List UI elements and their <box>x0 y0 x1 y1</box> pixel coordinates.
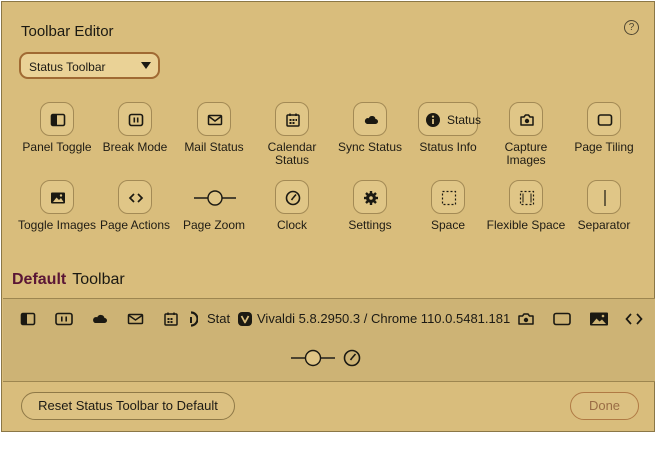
item-space[interactable]: Space <box>408 180 488 232</box>
code-icon[interactable] <box>625 311 643 327</box>
status-info-text[interactable]: Statu <box>207 311 231 326</box>
item-label: Mail Status <box>184 140 244 154</box>
item-label: Flexible Space <box>486 218 566 232</box>
chevron-down-icon <box>141 62 151 69</box>
item-label: Page Tiling <box>574 140 634 154</box>
image-icon[interactable] <box>589 311 609 327</box>
mail-icon[interactable] <box>127 311 145 327</box>
item-label: Page Zoom <box>182 218 246 232</box>
item-status-info[interactable]: Status Status Info <box>408 102 488 154</box>
page-tiling-icon[interactable] <box>553 311 571 327</box>
code-icon <box>128 193 144 203</box>
clock-icon[interactable] <box>343 349 361 367</box>
break-mode-icon[interactable] <box>55 311 73 327</box>
toolbar-select-value: Status Toolbar <box>29 60 106 74</box>
item-label: Settings <box>348 218 392 232</box>
item-label: Sync Status <box>337 140 403 154</box>
calendar-icon[interactable] <box>163 311 179 327</box>
panel-toggle-icon <box>50 113 66 127</box>
image-icon <box>51 192 65 204</box>
space-icon <box>441 190 457 206</box>
panel-toggle-button[interactable] <box>40 102 74 136</box>
status-info-text: Status <box>447 113 482 127</box>
item-panel-toggle[interactable]: Panel Toggle <box>17 102 97 154</box>
page-zoom-preview[interactable] <box>194 180 236 214</box>
item-flexible-space[interactable]: Flexible Space <box>486 180 566 232</box>
page-tiling-icon <box>597 114 613 126</box>
settings-button[interactable] <box>353 180 387 214</box>
mail-status-button[interactable] <box>197 102 231 136</box>
item-mail-status[interactable]: Mail Status <box>174 102 254 154</box>
item-separator[interactable]: Separator <box>564 180 644 232</box>
status-toolbar-preview: Statu Vivaldi 5.8.2950.3 / Chrome 110.0.… <box>3 298 655 382</box>
default-label: Default <box>12 271 67 288</box>
item-page-zoom[interactable]: Page Zoom <box>174 180 254 232</box>
done-button[interactable]: Done <box>570 392 639 420</box>
item-label: Calendar Status <box>267 140 317 167</box>
zoom-slider-icon <box>194 190 236 206</box>
item-sync-status[interactable]: Sync Status <box>330 102 410 154</box>
info-icon[interactable] <box>188 311 198 327</box>
toolbar-label: Toolbar <box>72 271 125 288</box>
cloud-icon[interactable] <box>91 311 109 327</box>
sync-status-button[interactable] <box>353 102 387 136</box>
vivaldi-logo-icon <box>238 312 252 326</box>
capture-images-button[interactable] <box>509 102 543 136</box>
item-page-actions[interactable]: Page Actions <box>95 180 175 232</box>
break-mode-icon <box>128 113 144 127</box>
dialog-title: Toolbar Editor <box>21 23 114 40</box>
flexible-space-icon <box>519 190 535 206</box>
separator-button[interactable] <box>587 180 621 214</box>
item-label: Break Mode <box>102 140 168 154</box>
page-tiling-button[interactable] <box>587 102 621 136</box>
cloud-icon <box>364 116 378 124</box>
item-label: Status Info <box>419 140 477 154</box>
item-break-mode[interactable]: Break Mode <box>95 102 175 154</box>
reset-toolbar-button[interactable]: Reset Status Toolbar to Default <box>21 392 235 420</box>
panel-toggle-icon[interactable] <box>20 311 36 327</box>
item-settings[interactable]: Settings <box>330 180 410 232</box>
space-button[interactable] <box>431 180 465 214</box>
item-label: Space <box>430 218 466 232</box>
toggle-images-button[interactable] <box>40 180 74 214</box>
info-icon <box>426 113 440 127</box>
toolbar-select[interactable]: Status Toolbar <box>19 52 160 79</box>
gear-icon <box>364 191 378 205</box>
item-capture-images[interactable]: Capture Images <box>486 102 566 167</box>
item-calendar-status[interactable]: Calendar Status <box>252 102 332 167</box>
clock-button[interactable] <box>275 180 309 214</box>
item-page-tiling[interactable]: Page Tiling <box>564 102 644 154</box>
flexible-space-button[interactable] <box>509 180 543 214</box>
item-label: Separator <box>577 218 631 232</box>
break-mode-button[interactable] <box>118 102 152 136</box>
section-title: Default Toolbar <box>12 271 125 289</box>
mail-icon <box>207 114 223 126</box>
help-icon[interactable]: ? <box>624 20 639 35</box>
item-label: Capture Images <box>504 140 548 167</box>
item-label: Page Actions <box>99 218 171 232</box>
separator-icon <box>604 190 606 206</box>
calendar-status-button[interactable] <box>275 102 309 136</box>
item-label: Clock <box>276 218 307 232</box>
version-text: Vivaldi 5.8.2950.3 / Chrome 110.0.5481.1… <box>257 311 511 326</box>
page-actions-button[interactable] <box>118 180 152 214</box>
item-label: Panel Toggle <box>22 140 92 154</box>
item-clock[interactable]: Clock <box>252 180 332 232</box>
camera-icon[interactable] <box>517 311 535 327</box>
calendar-icon <box>286 113 300 127</box>
item-label: Toggle Images <box>17 218 97 232</box>
status-info-button[interactable]: Status <box>418 102 482 136</box>
camera-icon <box>520 114 534 126</box>
clock-icon <box>285 190 301 206</box>
item-toggle-images[interactable]: Toggle Images <box>17 180 97 232</box>
toolbar-editor-dialog: Toolbar Editor ? Status Toolbar Panel To… <box>1 1 655 432</box>
zoom-slider-icon[interactable] <box>291 349 335 367</box>
